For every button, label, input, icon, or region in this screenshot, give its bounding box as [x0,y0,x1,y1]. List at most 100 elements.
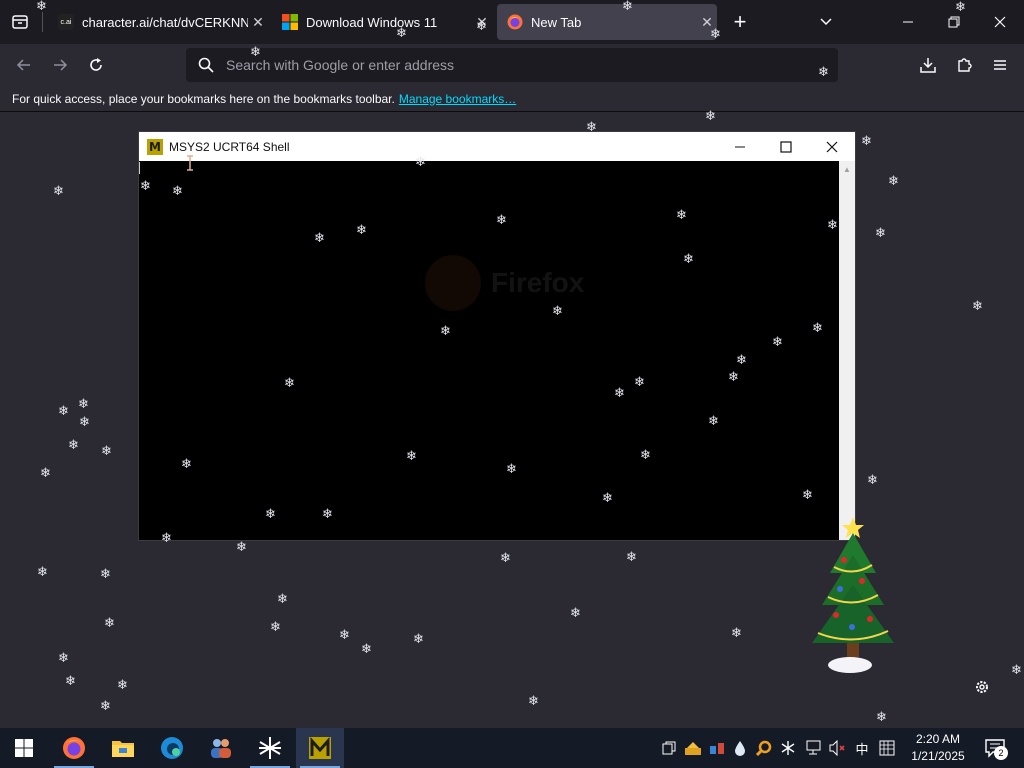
notification-count-badge: 2 [994,746,1008,760]
minimize-window-button[interactable] [894,8,922,36]
snowflake-icon: ❄ [37,565,48,580]
snowflake-icon: ❄ [626,550,637,565]
snowflake-icon: ❄ [440,324,451,339]
clock-time: 2:20 AM [915,732,961,746]
snowflake-icon: ❄ [101,444,112,459]
address-input[interactable] [226,57,786,73]
puzzle-piece-icon [958,58,972,72]
terminal-minimize-button[interactable] [717,132,763,161]
close-window-button[interactable] [986,8,1014,36]
minimize-icon [903,21,913,23]
terminal-title-bar[interactable]: M MSYS2 UCRT64 Shell [139,132,855,161]
input-method-indicator[interactable]: 中 [852,728,872,768]
terminal-output-area[interactable] [139,161,839,540]
snowflake-icon: ❄ [1011,663,1022,678]
bookmarks-hint-text: For quick access, place your bookmarks h… [12,91,395,106]
character-ai-icon: c.ai [58,14,74,30]
close-tab-icon[interactable]: ✕ [248,14,268,31]
manage-bookmarks-link[interactable]: Manage bookmarks… [399,92,516,106]
snowflake-icon: ❄ [802,488,813,503]
snowflake-icon: ❄ [322,507,333,522]
terminal-maximize-button[interactable] [763,132,809,161]
snowflake-icon: ❄ [104,616,115,631]
snowflake-icon: ❄ [53,184,64,199]
tray-app-icon[interactable] [682,728,704,768]
close-icon [994,16,1006,28]
search-tool-icon[interactable] [754,728,774,768]
snowflake-icon: ❄ [181,457,192,472]
msys2-icon [309,737,331,759]
snowflake-icon: ❄ [100,699,111,714]
volume-muted-icon[interactable] [826,728,848,768]
snowflake-icon: ❄ [552,304,563,319]
msys2-terminal-window[interactable]: M MSYS2 UCRT64 Shell ▲ [138,131,856,541]
tray-network-tool-icon[interactable] [706,728,728,768]
taskbar-edge[interactable] [148,728,196,768]
firefox-icon [63,737,85,759]
taskbar-msys2[interactable] [296,728,344,768]
tab-new-tab[interactable]: New Tab ✕ [497,4,717,40]
browser-tab-strip: c.ai character.ai/chat/dvCERKNNTa ✕ Down… [0,0,1024,44]
extensions-button[interactable] [949,50,979,80]
start-button[interactable] [0,728,48,768]
snowflake-icon: ❄ [818,65,829,80]
forward-arrow-icon [54,59,68,71]
snowflake-icon: ❄ [277,592,288,607]
edge-icon [161,737,183,759]
search-icon [186,57,226,73]
terminal-scrollbar[interactable]: ▲ [839,161,855,540]
ibeam-cursor-icon [185,155,195,171]
bookmarks-toolbar: For quick access, place your bookmarks h… [0,86,1024,112]
customize-new-tab-gear-icon[interactable] [972,677,992,697]
app-menu-button[interactable] [985,50,1015,80]
firefox-watermark: Firefox [425,255,584,311]
snowflake-icon: ❄ [172,184,183,199]
terminal-close-button[interactable] [809,132,855,161]
snowflake-icon: ❄ [65,674,76,689]
restore-icon [948,16,960,28]
snowflake-icon: ❄ [570,606,581,621]
chevron-down-icon [820,18,832,26]
snowflake-icon: ❄ [140,179,151,194]
windows-logo-icon [15,739,33,757]
tab-overview-button[interactable] [6,8,34,36]
action-center-button[interactable]: 2 [980,734,1010,762]
tab-label: New Tab [531,14,582,30]
back-button[interactable] [9,50,39,80]
new-tab-button[interactable]: + [726,8,754,36]
network-icon[interactable] [802,728,824,768]
firefox-icon [507,14,523,30]
tab-character-ai[interactable]: c.ai character.ai/chat/dvCERKNNTa ✕ [48,4,268,40]
taskbar-snowflake-app[interactable] [246,728,294,768]
task-view-icon[interactable] [660,728,678,768]
snowflake-icon: ❄ [676,208,687,223]
snowflake-icon: ❄ [58,404,69,419]
clock-date: 1/21/2025 [911,749,965,763]
taskbar-clock[interactable]: 2:20 AM 1/21/2025 [900,731,976,765]
downloads-button[interactable] [913,50,943,80]
taskbar-people[interactable] [197,728,245,768]
screen: c.ai character.ai/chat/dvCERKNNTa ✕ Down… [0,0,1024,768]
taskbar-file-explorer[interactable] [99,728,147,768]
scroll-up-arrow-icon[interactable]: ▲ [839,161,855,177]
snowflake-icon: ❄ [265,507,276,522]
snowflake-icon: ❄ [284,376,295,391]
taskbar-firefox[interactable] [50,728,98,768]
snowflake-icon: ❄ [476,19,487,34]
back-arrow-icon [16,59,30,71]
snowflake-icon: ❄ [339,628,350,643]
tray-snowflake-icon[interactable] [778,728,798,768]
forward-button[interactable] [45,50,75,80]
address-bar[interactable] [186,48,838,82]
close-icon [826,141,838,152]
christmas-tree-icon [804,515,898,680]
snowflake-icon: ❄ [79,415,90,430]
reload-button[interactable] [81,50,111,80]
snowflake-icon: ❄ [708,414,719,429]
snowflake-icon: ❄ [314,231,325,246]
keyboard-layout-icon[interactable] [876,728,898,768]
list-all-tabs-button[interactable] [812,8,840,36]
tab-download-windows[interactable]: Download Windows 11 ✕ [272,4,492,40]
water-drop-icon[interactable] [730,728,750,768]
snowflake-icon: ❄ [972,299,983,314]
